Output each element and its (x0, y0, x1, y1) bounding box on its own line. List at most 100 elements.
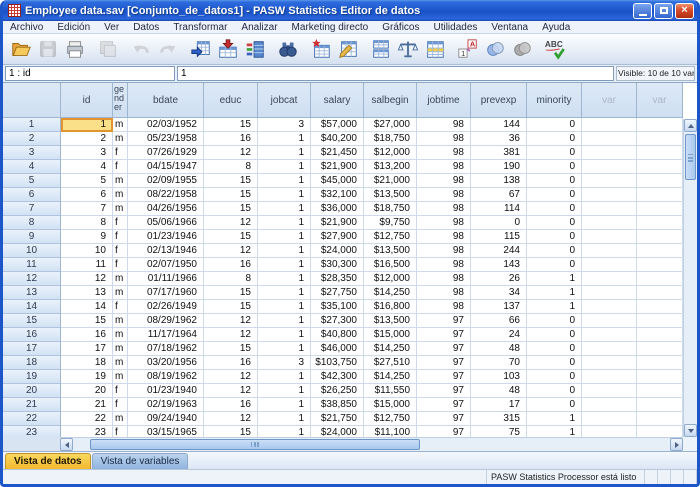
row-number[interactable]: 16 (3, 328, 61, 342)
cell-jobcat[interactable]: 1 (258, 398, 311, 412)
cell-empty[interactable] (582, 300, 637, 314)
cell-id[interactable]: 14 (61, 300, 113, 314)
row-number[interactable]: 9 (3, 230, 61, 244)
cell-educ[interactable]: 15 (204, 230, 258, 244)
cell-salbegin[interactable]: $16,500 (364, 258, 417, 272)
cell-gender[interactable]: m (113, 202, 128, 216)
scroll-right-button[interactable] (670, 438, 683, 451)
cell-bdate[interactable]: 09/24/1940 (128, 412, 204, 426)
cell-educ[interactable]: 8 (204, 272, 258, 286)
cell-educ[interactable]: 15 (204, 118, 258, 132)
column-header-educ[interactable]: educ (204, 83, 258, 118)
menu-marketing-directo[interactable]: Marketing directo (285, 21, 376, 34)
cell-salary[interactable]: $24,000 (311, 244, 364, 258)
cell-id[interactable]: 17 (61, 342, 113, 356)
cell-salary[interactable]: $21,900 (311, 160, 364, 174)
cell-minority[interactable]: 0 (527, 160, 582, 174)
cell-jobtime[interactable]: 97 (417, 328, 471, 342)
cell-empty[interactable] (637, 202, 683, 216)
cell-salbegin[interactable]: $15,000 (364, 328, 417, 342)
cell-minority[interactable]: 0 (527, 342, 582, 356)
cell-prevexp[interactable]: 48 (471, 384, 527, 398)
cell-prevexp[interactable]: 144 (471, 118, 527, 132)
cell-minority[interactable]: 0 (527, 370, 582, 384)
cell-prevexp[interactable]: 48 (471, 342, 527, 356)
menu-ayuda[interactable]: Ayuda (535, 21, 577, 34)
cell-id[interactable]: 15 (61, 314, 113, 328)
cell-salary[interactable]: $28,350 (311, 272, 364, 286)
cell-empty[interactable] (637, 342, 683, 356)
cell-gender[interactable]: m (113, 412, 128, 426)
cell-salbegin[interactable]: $11,550 (364, 384, 417, 398)
row-number[interactable]: 3 (3, 146, 61, 160)
cell-educ[interactable]: 12 (204, 328, 258, 342)
menu-ventana[interactable]: Ventana (484, 21, 535, 34)
cell-jobcat[interactable]: 1 (258, 258, 311, 272)
cell-jobcat[interactable]: 1 (258, 146, 311, 160)
cell-jobcat[interactable]: 1 (258, 244, 311, 258)
cell-gender[interactable]: f (113, 426, 128, 437)
menu-datos[interactable]: Datos (126, 21, 166, 34)
cell-jobtime[interactable]: 97 (417, 342, 471, 356)
variables-button[interactable] (241, 36, 268, 62)
cell-salbegin[interactable]: $18,750 (364, 202, 417, 216)
cell-jobtime[interactable]: 98 (417, 132, 471, 146)
cell-educ[interactable]: 16 (204, 398, 258, 412)
cell-jobcat[interactable]: 1 (258, 216, 311, 230)
cell-id[interactable]: 18 (61, 356, 113, 370)
cell-jobtime[interactable]: 97 (417, 384, 471, 398)
cell-bdate[interactable]: 01/23/1940 (128, 384, 204, 398)
cell-gender[interactable]: m (113, 342, 128, 356)
cell-id[interactable]: 13 (61, 286, 113, 300)
show-all-variables-button[interactable] (508, 36, 535, 62)
cell-salbegin[interactable]: $12,000 (364, 146, 417, 160)
cell-gender[interactable]: m (113, 118, 128, 132)
cell-bdate[interactable]: 02/09/1955 (128, 174, 204, 188)
menu-edicion[interactable]: Edición (50, 21, 97, 34)
cell-bdate[interactable]: 02/07/1950 (128, 258, 204, 272)
cell-prevexp[interactable]: 70 (471, 356, 527, 370)
cell-empty[interactable] (582, 132, 637, 146)
cell-prevexp[interactable]: 115 (471, 230, 527, 244)
cell-salbegin[interactable]: $21,000 (364, 174, 417, 188)
row-number[interactable]: 17 (3, 342, 61, 356)
split-file-button[interactable] (367, 36, 394, 62)
cell-salary[interactable]: $21,750 (311, 412, 364, 426)
cell-prevexp[interactable]: 143 (471, 258, 527, 272)
cell-salary[interactable]: $35,100 (311, 300, 364, 314)
column-header-salary[interactable]: salary (311, 83, 364, 118)
row-number[interactable]: 14 (3, 300, 61, 314)
find-button[interactable] (274, 36, 301, 62)
column-header-gender[interactable]: ge nd er (113, 83, 128, 118)
close-button[interactable]: × (675, 3, 694, 19)
cell-educ[interactable]: 16 (204, 258, 258, 272)
cell-empty[interactable] (582, 314, 637, 328)
cell-gender[interactable]: m (113, 328, 128, 342)
cell-salbegin[interactable]: $12,750 (364, 412, 417, 426)
cell-prevexp[interactable]: 75 (471, 426, 527, 437)
scroll-left-button[interactable] (60, 438, 73, 451)
tab-data-view[interactable]: Vista de datos (5, 453, 91, 469)
cell-salbegin[interactable]: $13,200 (364, 160, 417, 174)
cell-jobcat[interactable]: 1 (258, 188, 311, 202)
cell-gender[interactable]: m (113, 272, 128, 286)
cell-salbegin[interactable]: $13,500 (364, 244, 417, 258)
cell-educ[interactable]: 15 (204, 300, 258, 314)
cell-bdate[interactable]: 07/18/1962 (128, 342, 204, 356)
cell-prevexp[interactable]: 190 (471, 160, 527, 174)
cell-prevexp[interactable]: 17 (471, 398, 527, 412)
cell-jobcat[interactable]: 1 (258, 314, 311, 328)
cell-empty[interactable] (582, 188, 637, 202)
cell-empty[interactable] (637, 258, 683, 272)
cell-salbegin[interactable]: $14,250 (364, 370, 417, 384)
cell-salbegin[interactable]: $13,500 (364, 188, 417, 202)
cell-educ[interactable]: 12 (204, 384, 258, 398)
cell-empty[interactable] (637, 244, 683, 258)
cell-empty[interactable] (582, 216, 637, 230)
cell-salbegin[interactable]: $11,100 (364, 426, 417, 437)
cell-jobtime[interactable]: 98 (417, 202, 471, 216)
cell-prevexp[interactable]: 67 (471, 188, 527, 202)
cell-salary[interactable]: $24,000 (311, 426, 364, 437)
cell-empty[interactable] (637, 230, 683, 244)
cell-salary[interactable]: $46,000 (311, 342, 364, 356)
